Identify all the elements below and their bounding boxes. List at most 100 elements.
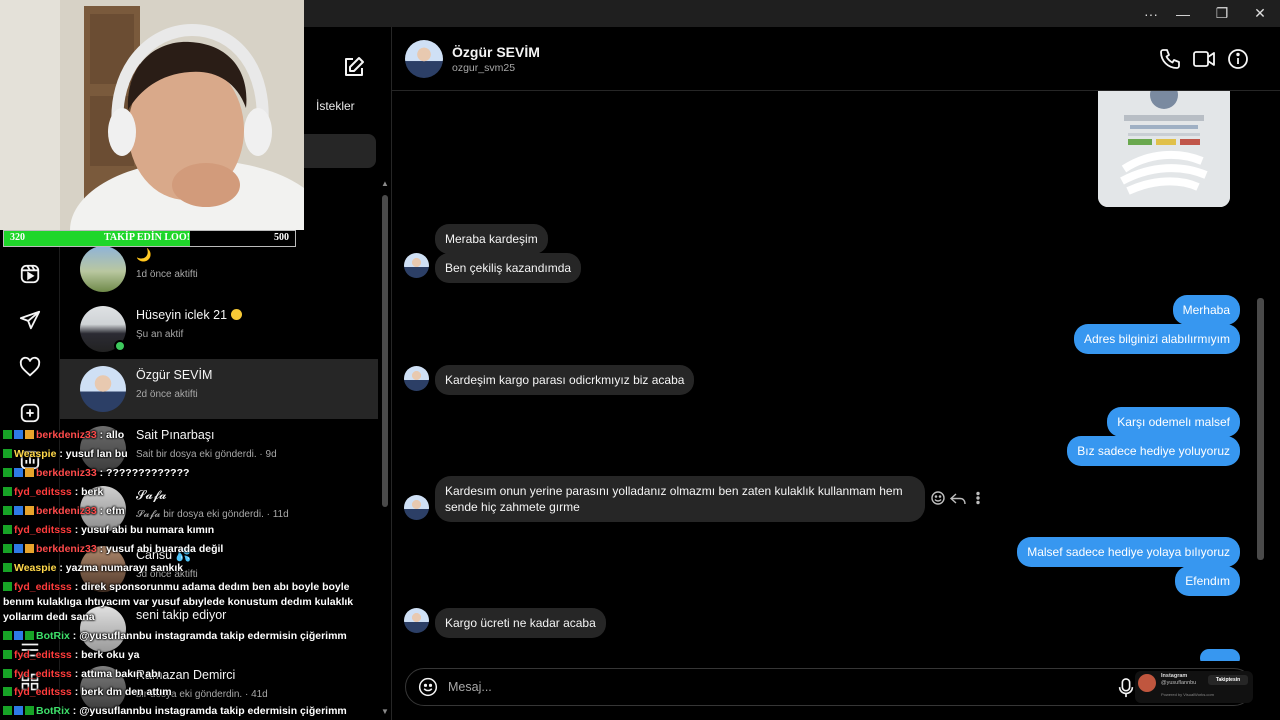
chat-badge-icon [3, 467, 12, 477]
chat-message: fyd_editsss : direk sponsorunmu adama de… [3, 578, 379, 627]
window-titlebar: ··· — ❐ ✕ [304, 0, 1280, 27]
video-call-icon[interactable] [1192, 47, 1216, 71]
message-bubble[interactable]: Ben çekiliş kazandımda [435, 253, 582, 283]
chat-badge-icon [3, 562, 12, 572]
promo-avatar [1138, 674, 1156, 692]
reels-icon[interactable] [15, 259, 45, 289]
promo-handle: @yusuflannbu [1161, 680, 1197, 686]
sender-avatar[interactable] [404, 366, 429, 391]
message-input[interactable]: Mesaj... [448, 680, 492, 694]
message-bubble[interactable]: Kardesım onun yerine parasını yolladanız… [435, 476, 925, 522]
chat-username: fyd_editsss [14, 523, 72, 536]
follow-goal-bar: 320 TAKİP EDİN LOO! 500 [3, 230, 296, 247]
message-actions [930, 490, 990, 506]
chat-badge-icon [14, 430, 23, 439]
conversation-item-active[interactable]: Özgür SEVİM 2d önce aktifti [60, 359, 378, 419]
chat-badge-icon [14, 543, 23, 553]
chat-username: BotRix [36, 705, 70, 718]
chat-badge-icon [3, 486, 12, 496]
chat-text: berk [81, 485, 104, 498]
chat-badge-icon [14, 706, 23, 716]
chat-badge-icon [25, 630, 34, 640]
message-bubble-sent[interactable]: Malsef sadece hediye yolaya bılıyoruz [1017, 537, 1240, 567]
conversation-status: 2d önce aktifti [136, 389, 198, 400]
chat-username: BotRix [36, 629, 70, 642]
minimize-button[interactable]: — [1164, 0, 1202, 27]
chat-message: Weaspie : yusuf lan bu [3, 445, 379, 464]
chat-separator: : [71, 523, 82, 536]
chat-badge-icon [3, 668, 12, 678]
chat-message: BotRix : @yusuflannbu instagramda takip … [3, 702, 379, 720]
chat-separator: : [56, 447, 66, 460]
chat-message: berkdeniz33 : efm [3, 502, 379, 521]
conversation-list-scrollbar[interactable] [382, 195, 388, 507]
emoji-picker-icon[interactable] [418, 677, 438, 697]
heart-icon[interactable] [15, 352, 45, 382]
message-bubble[interactable]: Kargo ücreti ne kadar acaba [435, 608, 606, 638]
thread-scrollbar[interactable] [1257, 298, 1264, 560]
chat-username: berkdeniz33 [36, 429, 97, 441]
message-bubble-sent[interactable] [1200, 649, 1240, 661]
chat-username: berkdeniz33 [36, 542, 97, 555]
chat-username: berkdeniz33 [36, 466, 97, 479]
react-emoji-icon [931, 491, 945, 505]
chat-text: yusuf abi bu numara kımın [81, 523, 215, 536]
chat-text: @yusuflannbu instagramda takip edermisin… [79, 629, 347, 642]
phone-icon[interactable] [1158, 47, 1182, 71]
send-icon[interactable] [15, 305, 45, 335]
chat-text: efm [106, 504, 125, 517]
message-bubble-sent[interactable]: Bız sadece hediye yoluyoruz [1067, 436, 1240, 466]
conversation-status: 1d önce aktifti [136, 269, 198, 280]
restore-button[interactable]: ❐ [1203, 0, 1241, 27]
message-bubble-sent[interactable]: Efendım [1175, 566, 1240, 596]
promo-footer: Powered by VisualWorks.com [1161, 692, 1214, 697]
scroll-up-arrow[interactable]: ▲ [380, 179, 390, 188]
sender-avatar[interactable] [404, 495, 429, 520]
avatar [80, 366, 126, 412]
info-icon[interactable] [1226, 47, 1250, 71]
thread-avatar[interactable] [405, 40, 443, 78]
message-bubble-sent[interactable]: Adres bilginizi alabılırmıyım [1073, 324, 1240, 354]
chat-badge-icon [14, 505, 23, 515]
chat-badge-icon [3, 543, 12, 553]
conversation-name: Özgür SEVİM [136, 368, 213, 382]
sender-avatar[interactable] [404, 608, 429, 633]
chat-badge-icon [25, 505, 34, 515]
new-post-icon[interactable] [15, 398, 45, 428]
message-bubble[interactable]: Meraba kardeşim [435, 224, 548, 254]
chat-text: allo [106, 429, 125, 441]
conversation-item[interactable]: 🌙 1d önce aktifti [60, 239, 378, 299]
chat-text: ????????????? [106, 466, 190, 479]
chat-message: berkdeniz33 : yusuf abi buarada değil [3, 540, 379, 559]
sender-avatar[interactable] [404, 253, 429, 278]
conversation-status: Şu an aktif [136, 329, 184, 340]
thread-header: Özgür SEVİM ozgur_svm25 [392, 27, 1280, 91]
message-bubble[interactable]: Kardeşim kargo parası odicrkmıyız biz ac… [435, 365, 695, 395]
chat-message: fyd_editsss : berk oku ya [3, 646, 379, 665]
chat-separator: : [56, 561, 66, 574]
message-bubble-sent[interactable]: Merhaba [1172, 295, 1240, 325]
requests-tab[interactable]: İstekler [316, 99, 355, 113]
chat-badge-icon [3, 430, 12, 439]
compose-icon[interactable] [342, 55, 366, 79]
scroll-down-arrow[interactable]: ▼ [380, 707, 390, 716]
chat-badge-icon [3, 448, 12, 458]
shared-image[interactable] [1098, 91, 1230, 207]
message-bubble-sent[interactable]: Karşı odemelı malsef [1107, 407, 1240, 437]
chat-text: yusuf lan bu [65, 447, 128, 460]
chat-text: berk oku ya [81, 648, 140, 661]
chat-badge-icon [25, 430, 34, 439]
online-indicator [114, 340, 126, 352]
chat-message: fyd_editsss : berk [3, 483, 379, 502]
chat-separator: : [96, 466, 107, 479]
chat-badge-icon [25, 706, 34, 716]
chat-message: fyd_editsss : attıma bakın abı [3, 665, 379, 684]
microphone-icon[interactable] [1117, 678, 1135, 698]
conversation-item[interactable]: Hüseyin iclek 21 Şu an aktif [60, 299, 378, 359]
conversation-name: 🌙 [136, 248, 152, 262]
thread-name[interactable]: Özgür SEVİM [452, 44, 540, 60]
chat-text: berk dm den attım [81, 686, 172, 699]
close-window-button[interactable]: ✕ [1241, 0, 1279, 27]
chat-separator: : [71, 648, 82, 661]
chat-separator: : [69, 705, 80, 718]
